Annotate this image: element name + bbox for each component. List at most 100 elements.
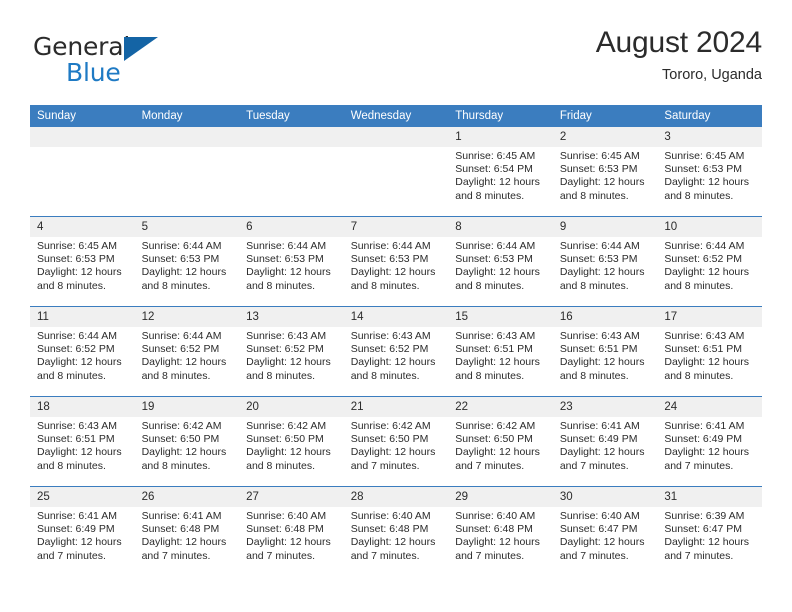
sunrise-text: Sunrise: 6:41 AM (664, 420, 745, 432)
daylight-text-line2: and 8 minutes. (246, 459, 316, 472)
calendar-day-cell[interactable]: 25 Sunrise: 6:41 AM Sunset: 6:49 PM Dayligh… (30, 486, 135, 576)
calendar-day-cell[interactable]: 20 Sunrise: 6:42 AM Sunset: 6:50 PM Dayligh… (239, 396, 344, 487)
sunrise-text: Sunrise: 6:43 AM (664, 330, 745, 342)
day-number: 22 (448, 397, 553, 417)
sunset-text: Sunset: 6:47 PM (559, 523, 638, 536)
day-detail: Sunrise: 6:45 AM Sunset: 6:53 PM Daylight:… (30, 237, 135, 293)
calendar-day-cell[interactable]: 31 Sunrise: 6:39 AM Sunset: 6:47 PM Dayligh… (657, 486, 762, 576)
day-detail: Sunrise: 6:43 AM Sunset: 6:52 PM Daylight:… (344, 327, 449, 383)
calendar-day-cell[interactable]: 29 Sunrise: 6:40 AM Sunset: 6:48 PM Dayligh… (448, 486, 553, 576)
calendar-week-row: 18 Sunrise: 6:43 AM Sunset: 6:51 PM Dayligh… (30, 396, 762, 487)
daylight-text-line1: Daylight: 12 hours (455, 266, 540, 279)
calendar-day-cell[interactable]: 13 Sunrise: 6:43 AM Sunset: 6:52 PM Dayligh… (239, 306, 344, 397)
brand-name-blue: Blue (66, 58, 121, 87)
calendar-day-cell[interactable]: 15 Sunrise: 6:43 AM Sunset: 6:51 PM Dayligh… (448, 306, 553, 397)
day-number: 20 (239, 397, 344, 417)
daylight-text-line2: and 8 minutes. (141, 459, 211, 472)
daylight-text-line1: Daylight: 12 hours (141, 446, 227, 459)
sunrise-text: Sunrise: 6:43 AM (246, 330, 327, 342)
calendar-day-cell[interactable]: 8 Sunrise: 6:44 AM Sunset: 6:53 PM Daylight… (448, 216, 553, 307)
calendar-day-cell[interactable]: 30 Sunrise: 6:40 AM Sunset: 6:47 PM Dayligh… (552, 486, 658, 576)
sunset-text: Sunset: 6:52 PM (37, 343, 115, 356)
sunrise-text: Sunrise: 6:41 AM (37, 510, 117, 522)
calendar-cell-inner: 2 Sunrise: 6:45 AM Sunset: 6:53 PM Daylight… (552, 127, 658, 216)
day-number: 25 (30, 487, 135, 507)
calendar-day-cell[interactable]: 18 Sunrise: 6:43 AM Sunset: 6:51 PM Dayligh… (30, 396, 135, 487)
calendar-day-cell[interactable]: 7 Sunrise: 6:44 AM Sunset: 6:53 PM Daylight… (343, 216, 449, 307)
day-number: 23 (552, 397, 658, 417)
calendar-cell-inner: 21 Sunrise: 6:42 AM Sunset: 6:50 PM Dayligh… (343, 397, 449, 486)
day-detail: Sunrise: 6:41 AM Sunset: 6:48 PM Daylight:… (135, 507, 240, 563)
sunrise-text: Sunrise: 6:44 AM (37, 330, 117, 342)
daylight-text-line2: and 7 minutes. (350, 549, 420, 562)
calendar-cell-empty (30, 127, 135, 217)
day-detail: Sunrise: 6:45 AM Sunset: 6:53 PM Daylight:… (553, 147, 658, 203)
page-header: General Blue August 2024 Tororo, Uganda (30, 26, 762, 96)
calendar-day-cell[interactable]: 10 Sunrise: 6:44 AM Sunset: 6:52 PM Dayligh… (657, 216, 762, 307)
calendar-cell-inner: 4 Sunrise: 6:45 AM Sunset: 6:53 PM Daylight… (30, 217, 135, 306)
calendar-cell-inner: 26 Sunrise: 6:41 AM Sunset: 6:48 PM Dayligh… (134, 487, 240, 576)
day-number (343, 127, 449, 147)
sunset-text: Sunset: 6:53 PM (141, 253, 220, 266)
daylight-text-line1: Daylight: 12 hours (664, 266, 750, 279)
daylight-text-line1: Daylight: 12 hours (559, 356, 645, 369)
day-detail: Sunrise: 6:41 AM Sunset: 6:49 PM Daylight:… (30, 507, 135, 563)
calendar-day-cell[interactable]: 4 Sunrise: 6:45 AM Sunset: 6:53 PM Daylight… (30, 216, 135, 307)
daylight-text-line2: and 7 minutes. (37, 549, 106, 562)
sunrise-text: Sunrise: 6:44 AM (350, 240, 431, 252)
daylight-text-line1: Daylight: 12 hours (141, 266, 227, 279)
calendar-day-cell[interactable]: 5 Sunrise: 6:44 AM Sunset: 6:53 PM Daylight… (134, 216, 240, 307)
day-detail: Sunrise: 6:44 AM Sunset: 6:52 PM Daylight:… (30, 327, 135, 383)
calendar-day-cell[interactable]: 21 Sunrise: 6:42 AM Sunset: 6:50 PM Dayligh… (343, 396, 449, 487)
calendar-day-cell[interactable]: 14 Sunrise: 6:43 AM Sunset: 6:52 PM Dayligh… (343, 306, 449, 397)
calendar-cell-empty (239, 127, 344, 217)
day-number: 24 (657, 397, 762, 417)
calendar-day-cell[interactable]: 22 Sunrise: 6:42 AM Sunset: 6:50 PM Dayligh… (448, 396, 553, 487)
calendar-day-cell[interactable]: 2 Sunrise: 6:45 AM Sunset: 6:53 PM Daylight… (552, 127, 658, 217)
calendar-day-cell[interactable]: 17 Sunrise: 6:43 AM Sunset: 6:51 PM Dayligh… (657, 306, 762, 397)
calendar-day-cell[interactable]: 12 Sunrise: 6:44 AM Sunset: 6:52 PM Dayligh… (134, 306, 240, 397)
calendar-day-cell[interactable]: 16 Sunrise: 6:43 AM Sunset: 6:51 PM Dayligh… (552, 306, 658, 397)
calendar-day-cell[interactable]: 11 Sunrise: 6:44 AM Sunset: 6:52 PM Dayligh… (30, 306, 135, 397)
sunrise-text: Sunrise: 6:44 AM (246, 240, 327, 252)
daylight-text-line1: Daylight: 12 hours (455, 356, 540, 369)
day-of-week-header-row: Sunday Monday Tuesday Wednesday Thursday… (30, 105, 762, 127)
sunset-text: Sunset: 6:48 PM (246, 523, 324, 536)
calendar-body: 1 Sunrise: 6:45 AM Sunset: 6:54 PM Daylight… (30, 127, 762, 576)
calendar-day-cell[interactable]: 26 Sunrise: 6:41 AM Sunset: 6:48 PM Dayligh… (134, 486, 240, 576)
calendar-day-cell[interactable]: 19 Sunrise: 6:42 AM Sunset: 6:50 PM Dayligh… (134, 396, 240, 487)
sunrise-text: Sunrise: 6:41 AM (559, 420, 640, 432)
daylight-text-line1: Daylight: 12 hours (455, 446, 540, 459)
daylight-text-line1: Daylight: 12 hours (455, 536, 540, 549)
day-detail: Sunrise: 6:44 AM Sunset: 6:52 PM Daylight:… (657, 237, 762, 293)
day-detail: Sunrise: 6:44 AM Sunset: 6:53 PM Daylight:… (448, 237, 553, 293)
day-header-thursday: Thursday (448, 105, 553, 127)
day-detail: Sunrise: 6:45 AM Sunset: 6:54 PM Daylight:… (448, 147, 553, 203)
sunset-text: Sunset: 6:49 PM (559, 433, 638, 446)
calendar-day-cell[interactable]: 24 Sunrise: 6:41 AM Sunset: 6:49 PM Dayligh… (657, 396, 762, 487)
calendar-cell-inner: 20 Sunrise: 6:42 AM Sunset: 6:50 PM Dayligh… (239, 397, 344, 486)
day-number: 4 (30, 217, 135, 237)
sunset-text: Sunset: 6:53 PM (664, 163, 743, 176)
calendar-day-cell[interactable]: 23 Sunrise: 6:41 AM Sunset: 6:49 PM Dayligh… (552, 396, 658, 487)
calendar-day-cell[interactable]: 27 Sunrise: 6:40 AM Sunset: 6:48 PM Dayligh… (239, 486, 344, 576)
brand-logo[interactable]: General Blue (33, 34, 243, 92)
day-detail: Sunrise: 6:40 AM Sunset: 6:48 PM Daylight:… (448, 507, 553, 563)
daylight-text-line1: Daylight: 12 hours (37, 356, 122, 369)
day-number: 19 (134, 397, 240, 417)
calendar-day-cell[interactable]: 28 Sunrise: 6:40 AM Sunset: 6:48 PM Dayligh… (343, 486, 449, 576)
day-detail: Sunrise: 6:40 AM Sunset: 6:48 PM Daylight:… (344, 507, 449, 563)
daylight-text-line2: and 7 minutes. (350, 459, 420, 472)
sunset-text: Sunset: 6:51 PM (664, 343, 743, 356)
daylight-text-line2: and 8 minutes. (141, 369, 211, 382)
calendar-day-cell[interactable]: 9 Sunrise: 6:44 AM Sunset: 6:53 PM Daylight… (552, 216, 658, 307)
calendar-week-row: 1 Sunrise: 6:45 AM Sunset: 6:54 PM Daylight… (30, 127, 762, 217)
day-detail: Sunrise: 6:41 AM Sunset: 6:49 PM Daylight:… (657, 417, 762, 473)
calendar-cell-inner: 13 Sunrise: 6:43 AM Sunset: 6:52 PM Dayligh… (239, 307, 344, 396)
day-detail: Sunrise: 6:44 AM Sunset: 6:52 PM Daylight:… (135, 327, 240, 383)
calendar-day-cell[interactable]: 1 Sunrise: 6:45 AM Sunset: 6:54 PM Daylight… (448, 127, 553, 217)
calendar-day-cell[interactable]: 3 Sunrise: 6:45 AM Sunset: 6:53 PM Daylight… (657, 127, 762, 217)
daylight-text-line2: and 8 minutes. (350, 279, 420, 292)
sunrise-text: Sunrise: 6:42 AM (455, 420, 536, 432)
calendar-day-cell[interactable]: 6 Sunrise: 6:44 AM Sunset: 6:53 PM Daylight… (239, 216, 344, 307)
